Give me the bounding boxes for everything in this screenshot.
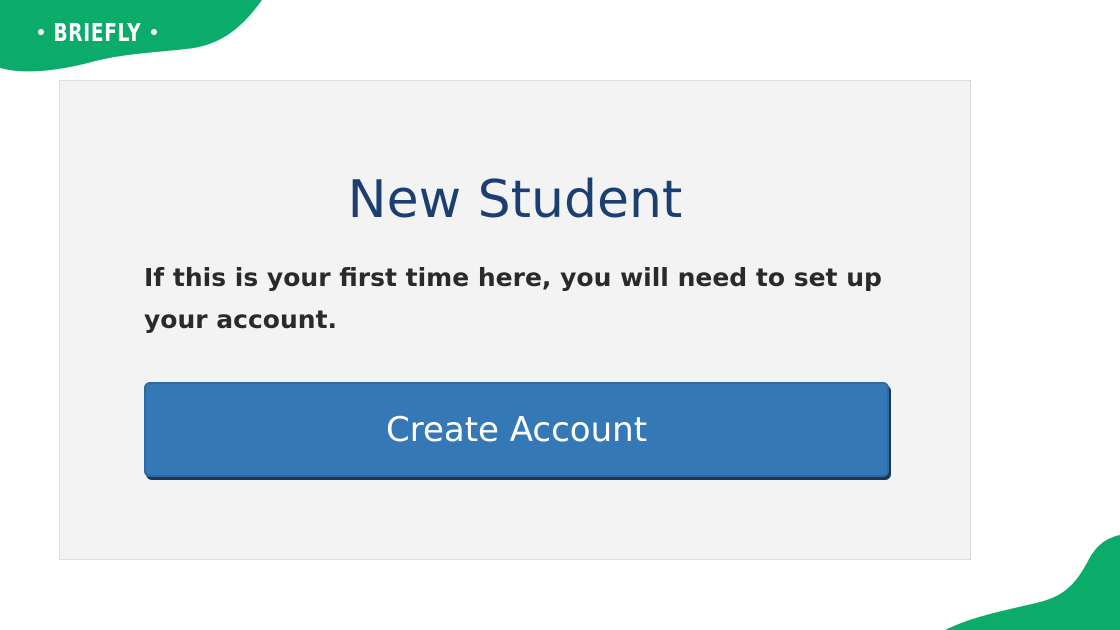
brand-logo: BRIEFLY [38,14,157,50]
corner-decoration-shape [945,535,1120,630]
create-account-button[interactable]: Create Account [144,382,889,477]
new-student-card: New Student If this is your first time h… [59,80,971,560]
brand-name: BRIEFLY [53,17,142,47]
card-title: New Student [347,170,683,230]
card-description: If this is your first time here, you wil… [144,263,882,334]
brand-dot-left [38,29,44,35]
brand-dot-right [150,29,157,35]
